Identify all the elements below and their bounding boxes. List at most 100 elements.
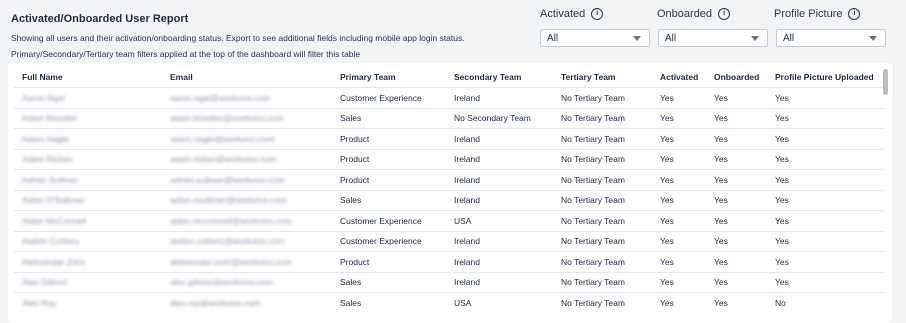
email-cell: alex.gillmor@workvivo.com (162, 271, 332, 293)
secondary-team-cell: USA (446, 292, 553, 313)
onboarded-cell: Yes (706, 230, 767, 252)
email-cell: alex.roy@workvivo.com (162, 292, 332, 313)
activated-cell: Yes (652, 189, 706, 211)
secondary-team-cell: Ireland (446, 189, 553, 211)
onboarded-cell: Yes (706, 169, 767, 190)
tertiary-team-cell: No Tertiary Team (553, 107, 652, 129)
primary-team-cell: Customer Experience (332, 210, 446, 231)
column-header[interactable]: Full Name (14, 67, 162, 88)
profile-picture-select-value: All (783, 33, 795, 44)
column-header[interactable]: Primary Team (332, 67, 446, 88)
primary-team-cell: Product (332, 128, 446, 149)
tertiary-team-cell: No Tertiary Team (553, 148, 652, 170)
activated-cell: Yes (652, 271, 706, 293)
info-icon[interactable]: i (848, 8, 861, 20)
secondary-team-cell: Ireland (446, 128, 553, 149)
onboarded-cell: Yes (706, 271, 767, 293)
primary-team-cell: Sales (332, 189, 446, 211)
email-cell: adrian.sullivan@workvivo.com (162, 169, 332, 190)
onboarded-label-text: Onboarded (657, 8, 713, 20)
table-row[interactable]: Aidan McConnell aidan.mcconnell@workvivo.… (14, 210, 885, 231)
column-header[interactable]: Tertiary Team (553, 67, 652, 88)
activated-cell: Yes (652, 128, 706, 149)
table-row[interactable]: Alex Roy alex.roy@workvivo.com Sales USA No … (14, 292, 885, 313)
full-name-cell: Adam Bowden (14, 107, 162, 129)
report-filter-note: Primary/Secondary/Tertiary team filters … (11, 49, 361, 59)
profile-picture-select[interactable]: All (776, 29, 886, 47)
onboarded-cell: Yes (706, 251, 767, 272)
full-name-cell: Adam Ricken (14, 148, 162, 170)
email-cell: aislinn.corkery@workvivo.com (162, 230, 332, 252)
full-name-cell: Aislinn Corkery (14, 230, 162, 252)
profile-picture-cell: Yes (767, 169, 885, 190)
tertiary-team-cell: No Tertiary Team (553, 210, 652, 231)
column-header[interactable]: Email (162, 67, 332, 88)
table-row[interactable]: Alex Gillmor alex.gillmor@workvivo.com Sal… (14, 271, 885, 293)
activated-cell: Yes (652, 230, 706, 252)
full-name-cell: Aaron Ngal (14, 87, 162, 108)
profile-picture-cell: Yes (767, 271, 885, 293)
profile-picture-label-text: Profile Picture (774, 8, 843, 20)
user-report-table: Full Name Email Primary Team Secondary T… (14, 67, 885, 313)
secondary-team-cell: Ireland (446, 271, 553, 293)
tertiary-team-cell: No Tertiary Team (553, 87, 652, 108)
email-cell: adam.ricken@workvivo.com (162, 148, 332, 170)
onboarded-select[interactable]: All (658, 29, 768, 47)
tertiary-team-cell: No Tertiary Team (553, 169, 652, 190)
column-header[interactable]: Profile Picture Uploaded (767, 67, 885, 88)
column-header[interactable]: Activated (652, 67, 706, 88)
profile-picture-cell: Yes (767, 128, 885, 149)
report-description: Showing all users and their activation/o… (11, 33, 465, 43)
primary-team-cell: Product (332, 148, 446, 170)
table-row[interactable]: Aleksandar Zoric aleksandar.zoric@workviv… (14, 251, 885, 272)
profile-picture-filter-label: Profile Picture i (774, 8, 861, 20)
email-cell: aidan.mcconnell@workvivo.com (162, 210, 332, 231)
profile-picture-cell: Yes (767, 107, 885, 129)
info-icon[interactable]: i (718, 8, 731, 20)
primary-team-cell: Sales (332, 107, 446, 129)
table-row[interactable]: Aaron Ngal aaron.ngal@workvivo.com Custome… (14, 87, 885, 108)
info-icon[interactable]: i (591, 8, 604, 20)
column-header[interactable]: Secondary Team (446, 67, 553, 88)
tertiary-team-cell: No Tertiary Team (553, 251, 652, 272)
activated-cell: Yes (652, 210, 706, 231)
secondary-team-cell: No Secondary Team (446, 107, 553, 129)
onboarded-cell: Yes (706, 292, 767, 313)
chevron-down-icon (633, 36, 641, 41)
onboarded-filter-label: Onboarded i (657, 8, 731, 20)
table-row[interactable]: Adam Ricken adam.ricken@workvivo.com Produ… (14, 148, 885, 170)
onboarded-cell: Yes (706, 107, 767, 129)
table-row[interactable]: Adam Bowden adam.bowden@workvivo.com Sales… (14, 107, 885, 129)
tertiary-team-cell: No Tertiary Team (553, 271, 652, 293)
activated-cell: Yes (652, 292, 706, 313)
profile-picture-cell: Yes (767, 148, 885, 170)
activated-cell: Yes (652, 87, 706, 108)
tertiary-team-cell: No Tertiary Team (553, 292, 652, 313)
full-name-cell: Alex Roy (14, 292, 162, 313)
table-row[interactable]: Adrian Sullivan adrian.sullivan@workvivo.… (14, 169, 885, 190)
email-cell: aleksandar.zoric@workvivo.com (162, 251, 332, 272)
profile-picture-cell: Yes (767, 210, 885, 231)
primary-team-cell: Sales (332, 292, 446, 313)
activated-select-value: All (547, 33, 559, 44)
secondary-team-cell: Ireland (446, 230, 553, 252)
primary-team-cell: Sales (332, 271, 446, 293)
vertical-scrollbar[interactable] (883, 69, 888, 95)
tertiary-team-cell: No Tertiary Team (553, 230, 652, 252)
column-header[interactable]: Onboarded (706, 67, 767, 88)
secondary-team-cell: Ireland (446, 251, 553, 272)
activated-filter-label: Activated i (540, 8, 604, 20)
email-cell: aaron.ngal@workvivo.com (162, 87, 332, 108)
report-title: Activated/Onboarded User Report (11, 13, 189, 25)
secondary-team-cell: Ireland (446, 87, 553, 108)
user-report-table-card: Full Name Email Primary Team Secondary T… (8, 63, 892, 323)
onboarded-cell: Yes (706, 189, 767, 211)
profile-picture-cell: No (767, 292, 885, 313)
table-row[interactable]: Adam Nagle adam.nagle@workvivo.com Product… (14, 128, 885, 149)
email-cell: adam.bowden@workvivo.com (162, 107, 332, 129)
full-name-cell: Aidan McConnell (14, 210, 162, 231)
table-row[interactable]: Aislinn Corkery aislinn.corkery@workvivo.… (14, 230, 885, 252)
activated-select[interactable]: All (540, 29, 650, 47)
table-row[interactable]: Aidan O'Sullivan aidan.osullivan@workvivo… (14, 189, 885, 211)
profile-picture-cell: Yes (767, 189, 885, 211)
